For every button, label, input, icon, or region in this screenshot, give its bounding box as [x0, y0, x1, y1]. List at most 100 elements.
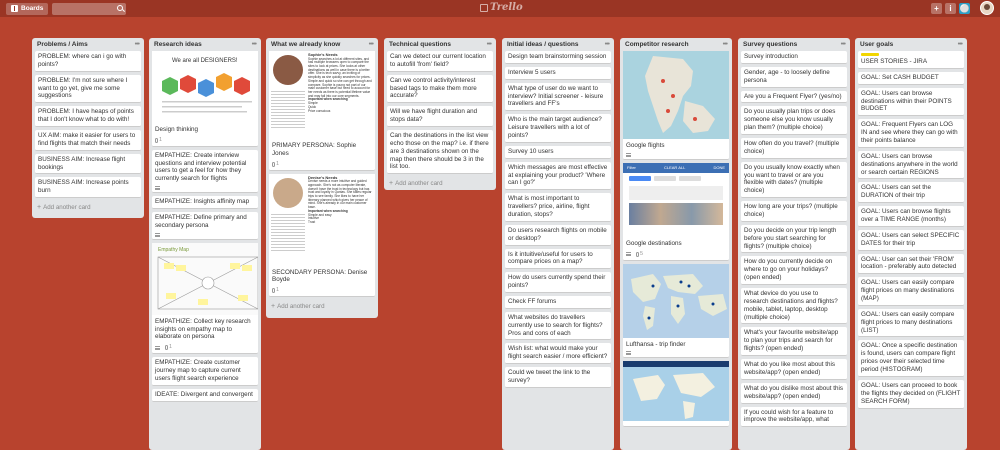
user-avatar[interactable] — [980, 1, 994, 15]
list-title: Survey questions — [743, 41, 798, 48]
card[interactable]: Can we detect our current location to au… — [387, 51, 493, 72]
card[interactable]: Denise's Needs Denise needs a more intui… — [269, 173, 375, 298]
card[interactable]: EMPATHIZE: Define primary and secondary … — [152, 212, 258, 240]
card-title: EMPATHIZE: Collect key research insights… — [155, 317, 251, 341]
card[interactable]: Could we tweet the link to the survey? — [505, 367, 611, 388]
card[interactable]: Wish list: what would make your flight s… — [505, 343, 611, 365]
card[interactable]: What type of user do we want to intervie… — [505, 82, 611, 112]
add-card-button[interactable]: + Add another card — [269, 300, 375, 314]
card[interactable]: What do you like most about this website… — [741, 359, 847, 380]
info-button[interactable]: i — [945, 3, 956, 14]
filter-label: Filter — [627, 165, 636, 171]
card[interactable]: Which messages are most effective at exp… — [505, 161, 611, 191]
list-user-goals: User goals ••• USER STORIES - JIRA GOAL: … — [855, 38, 967, 450]
card-title: USER STORIES - JIRA — [861, 58, 928, 65]
card[interactable]: Filter CLEAR ALL DONE Google destination… — [623, 162, 729, 261]
card[interactable]: GOAL: Users can browse destinations with… — [858, 87, 964, 117]
card[interactable]: What do you dislike most about this webs… — [741, 382, 847, 404]
card[interactable]: IDEATE: Divergent and convergent — [152, 388, 258, 402]
card[interactable]: Do you usually plan trips or does someon… — [741, 106, 847, 136]
add-card-label: Add another card — [395, 180, 443, 188]
add-button[interactable]: + — [931, 3, 942, 14]
card[interactable]: If you could wish for a feature to impro… — [741, 406, 847, 428]
card[interactable]: GOAL: Users can easily compare flight pr… — [858, 308, 964, 338]
card[interactable]: Lufthansa - trip finder — [623, 263, 729, 359]
cover-title: We are all DESIGNERS! — [172, 58, 238, 64]
card[interactable]: BUSINESS AIM: Increase flight bookings — [35, 153, 141, 175]
boards-button[interactable]: Boards — [6, 2, 49, 15]
card[interactable]: How long are your trips? (multiple choic… — [741, 201, 847, 222]
top-bar: Boards Trello + i ⚪ — [0, 0, 1000, 17]
card[interactable]: How do users currently spend their point… — [505, 272, 611, 294]
card[interactable]: What's your favourite website/app to pla… — [741, 327, 847, 357]
card[interactable]: Google flights — [623, 51, 729, 160]
list-menu-icon[interactable]: ••• — [369, 41, 374, 48]
card-title: EMPATHIZE: Define primary and secondary … — [155, 214, 247, 229]
list-menu-icon[interactable]: ••• — [723, 41, 728, 48]
card[interactable]: Empathy Map EMPATHIZE: Collect key resea… — [152, 242, 258, 355]
card[interactable]: Can the destinations in the list view ec… — [387, 130, 493, 175]
card[interactable]: Do you decide on your trip length before… — [741, 224, 847, 254]
card[interactable]: GOAL: User can set their 'FROM' location… — [858, 253, 964, 275]
card[interactable]: BUSINESS AIM: Increase points burn — [35, 177, 141, 199]
card[interactable]: How often do you travel? (multiple choic… — [741, 138, 847, 159]
card[interactable]: Who is the main target audience? Leisure… — [505, 114, 611, 143]
card[interactable]: GOAL: Users can proceed to book the flig… — [858, 379, 964, 409]
search-icon[interactable] — [117, 4, 124, 11]
card[interactable]: Design team brainstorming session — [505, 51, 611, 64]
trello-logo[interactable]: Trello — [480, 2, 523, 13]
card[interactable] — [623, 361, 729, 428]
search-input[interactable] — [52, 2, 127, 15]
card[interactable]: GOAL: Once a specific destination is fou… — [858, 340, 964, 377]
card[interactable]: What device do you use to research desti… — [741, 288, 847, 325]
card[interactable]: Will we have flight duration and stops d… — [387, 106, 493, 128]
card[interactable]: Sophie's Needs Sophie searches a lot at … — [269, 51, 375, 171]
list-menu-icon[interactable]: ••• — [252, 41, 257, 48]
card[interactable]: Gender, age - to loosely define persona — [741, 66, 847, 88]
list-menu-icon[interactable]: ••• — [605, 41, 610, 48]
card[interactable]: GOAL: Users can browse flights over a TI… — [858, 206, 964, 227]
card[interactable]: GOAL: Users can easily compare flight pr… — [858, 277, 964, 306]
card[interactable]: How do you currently decide on where to … — [741, 256, 847, 286]
list-menu-icon[interactable]: ••• — [487, 41, 492, 48]
list-menu-icon[interactable]: ••• — [958, 41, 963, 48]
card[interactable]: GOAL: Frequent Flyers can LOG IN and see… — [858, 119, 964, 148]
card[interactable]: GOAL: Set CASH BUDGET — [858, 71, 964, 85]
card[interactable]: EMPATHIZE: Insights affinity map — [152, 196, 258, 210]
card[interactable]: PROBLEM: I have heaps of points that I d… — [35, 106, 141, 128]
attachment-icon — [155, 137, 158, 143]
card[interactable]: UX AIM: make it easier for users to find… — [35, 130, 141, 151]
card[interactable]: Do users research flights on mobile or d… — [505, 224, 611, 246]
card[interactable]: Do you usually know exactly when you wan… — [741, 161, 847, 199]
card[interactable]: What is most important to travellers? pr… — [505, 193, 611, 222]
card[interactable]: GOAL: Users can browse destinations anyw… — [858, 150, 964, 180]
card[interactable]: What websites do travellers currently us… — [505, 311, 611, 341]
card[interactable]: EMPATHIZE: Create customer journey map t… — [152, 357, 258, 386]
add-card-button[interactable]: + Add another card — [35, 201, 141, 215]
list-title: Technical questions — [389, 41, 452, 48]
card-cover-image: We are all DESIGNERS! — [152, 51, 258, 123]
card[interactable]: GOAL: Users can set the DURATION of thei… — [858, 182, 964, 204]
card[interactable]: Can we control activity/interest based t… — [387, 74, 493, 104]
card[interactable]: GOAL: Users can select SPECIFIC DATES fo… — [858, 229, 964, 251]
card[interactable]: PROBLEM: I'm not sure where I want to go… — [35, 74, 141, 104]
card-title: SECONDARY PERSONA: Denise Boyde — [272, 268, 368, 284]
notifications-bell-icon[interactable]: ⚪ — [959, 3, 970, 14]
card[interactable]: USER STORIES - JIRA — [858, 51, 964, 69]
add-card-button[interactable]: + Add another card — [387, 177, 493, 190]
card[interactable]: PROBLEM: where can i go with points? — [35, 51, 141, 72]
card[interactable]: Interview 5 users — [505, 66, 611, 80]
list-initial-ideas: Initial ideas / questions ••• Design team… — [502, 38, 614, 450]
card[interactable]: Are you a Frequent Flyer? (yes/no) — [741, 90, 847, 104]
list-menu-icon[interactable]: ••• — [841, 41, 846, 48]
card[interactable]: EMPATHIZE: Create interview questions an… — [152, 149, 258, 194]
card[interactable]: Check FF forums — [505, 296, 611, 309]
description-icon — [155, 232, 160, 237]
card-title: Design thinking — [155, 126, 199, 133]
card[interactable]: Survey introduction — [741, 51, 847, 64]
list-menu-icon[interactable]: ••• — [135, 41, 140, 48]
card[interactable]: We are all DESIGNERS! Design thinking 1 — [152, 51, 258, 147]
card[interactable]: Is it intuitive/useful for users to comp… — [505, 248, 611, 270]
trello-logo-icon — [480, 3, 488, 12]
card[interactable]: Survey 10 users — [505, 145, 611, 159]
